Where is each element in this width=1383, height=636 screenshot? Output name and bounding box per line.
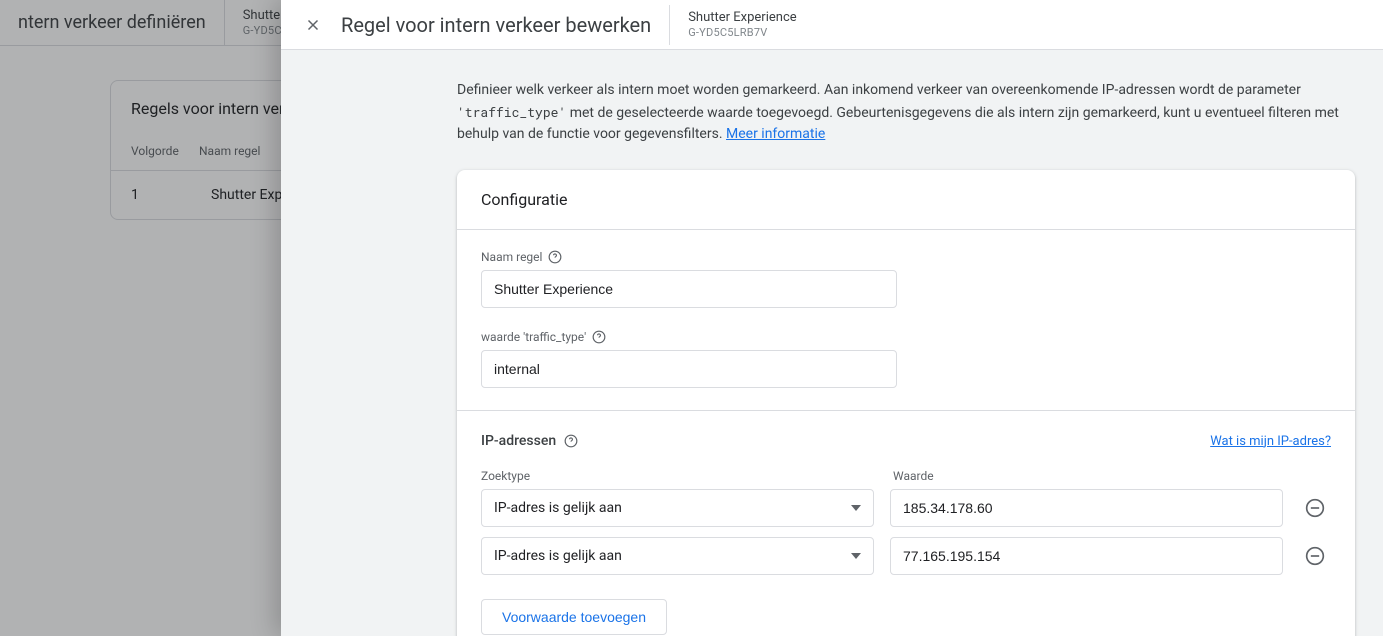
dropdown-icon (851, 553, 861, 559)
match-type-select[interactable]: IP-adres is gelijk aan (481, 537, 874, 575)
dropdown-icon (851, 505, 861, 511)
match-type-value: IP-adres is gelijk aan (494, 548, 622, 564)
remove-icon (1305, 498, 1325, 518)
close-button[interactable] (293, 5, 333, 45)
what-is-my-ip-link[interactable]: Wat is mijn IP-adres? (1210, 434, 1331, 449)
panel-property-info: Shutter Experience G-YD5C5LRB7V (669, 5, 814, 45)
edit-rule-panel: Regel voor intern verkeer bewerken Shutt… (281, 0, 1383, 636)
rule-name-label: Naam regel (481, 250, 542, 264)
ip-value-input[interactable] (890, 489, 1283, 527)
intro-part1: Definieer welk verkeer als intern moet w… (457, 82, 1301, 98)
panel-body: Definieer welk verkeer als intern moet w… (281, 50, 1383, 636)
match-type-label: Zoektype (481, 469, 877, 483)
remove-condition-button[interactable] (1299, 492, 1331, 524)
panel-title: Regel voor intern verkeer bewerken (341, 13, 669, 37)
help-icon[interactable] (548, 250, 562, 264)
close-icon (304, 16, 322, 34)
traffic-type-field: waarde 'traffic_type' (481, 330, 1331, 388)
traffic-type-label: waarde 'traffic_type' (481, 330, 586, 344)
divider (457, 410, 1355, 411)
ip-heading-text: IP-adressen (481, 433, 556, 449)
help-icon[interactable] (592, 330, 606, 344)
config-card: Configuratie Naam regel waarde 'traffic_… (457, 170, 1355, 636)
ip-section-title: IP-adressen (481, 433, 578, 449)
rule-name-input[interactable] (481, 270, 897, 308)
add-condition-button[interactable]: Voorwaarde toevoegen (481, 599, 667, 635)
intro-part2: met de geselecteerde waarde toegevoegd. … (457, 105, 1339, 143)
more-info-link[interactable]: Meer informatie (726, 126, 825, 142)
ip-condition-row: IP-adres is gelijk aan (481, 489, 1331, 527)
ip-value-input[interactable] (890, 537, 1283, 575)
remove-condition-button[interactable] (1299, 540, 1331, 572)
panel-header: Regel voor intern verkeer bewerken Shutt… (281, 0, 1383, 50)
value-label: Waarde (893, 469, 1289, 483)
match-type-select[interactable]: IP-adres is gelijk aan (481, 489, 874, 527)
ip-condition-row: IP-adres is gelijk aan (481, 537, 1331, 575)
config-heading: Configuratie (457, 170, 1355, 230)
panel-property-id: G-YD5C5LRB7V (688, 26, 796, 39)
rule-name-field: Naam regel (481, 250, 1331, 308)
panel-property-name: Shutter Experience (688, 10, 796, 26)
intro-code: 'traffic_type' (457, 103, 566, 121)
intro-text: Definieer welk verkeer als intern moet w… (281, 50, 1383, 170)
match-type-value: IP-adres is gelijk aan (494, 500, 622, 516)
traffic-type-input[interactable] (481, 350, 897, 388)
help-icon[interactable] (564, 434, 578, 448)
remove-icon (1305, 546, 1325, 566)
